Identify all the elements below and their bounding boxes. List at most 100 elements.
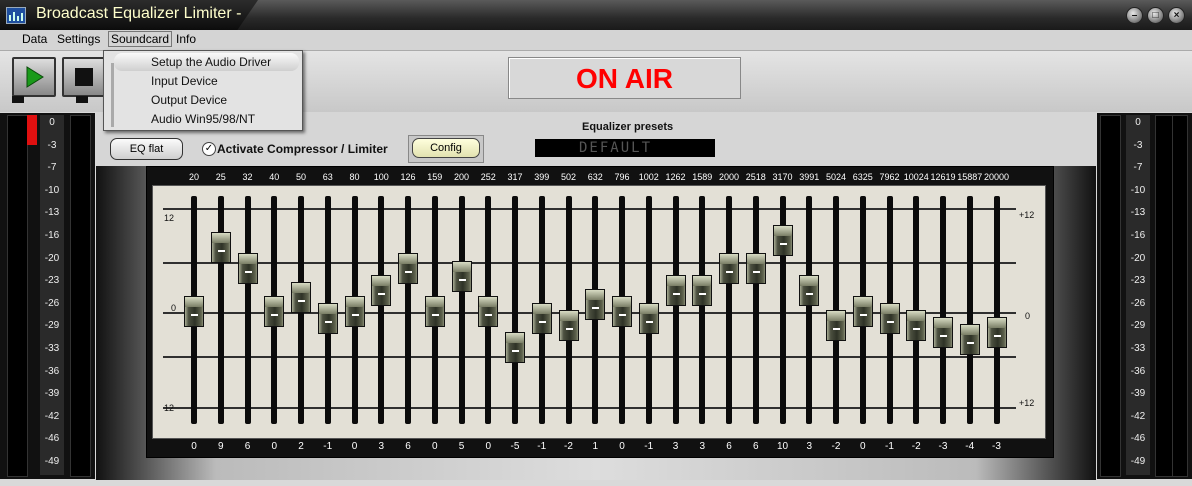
slider-track[interactable] (672, 196, 679, 424)
gain-label: -1 (644, 441, 654, 452)
frequency-label: 2518 (745, 172, 766, 182)
meter-tick: 0 (49, 117, 55, 128)
band-slider-knob[interactable] (772, 225, 793, 256)
minimize-button[interactable]: – (1126, 7, 1143, 24)
frequency-label: 126 (400, 172, 416, 182)
frequency-label: 632 (587, 172, 603, 182)
band-slider-knob[interactable] (451, 260, 472, 292)
gain-label: 5 (458, 441, 465, 452)
band-slider-knob[interactable] (959, 324, 980, 356)
scale-mid-right: 0 (1025, 311, 1031, 321)
maximize-button[interactable]: □ (1147, 7, 1164, 24)
band-slider-knob[interactable] (531, 303, 552, 335)
stop-icon (75, 68, 93, 86)
play-button[interactable] (12, 57, 56, 97)
menu-bar: Data Settings Soundcard Info (0, 30, 1192, 51)
band-slider-knob[interactable] (638, 303, 659, 335)
frequency-label: 100 (373, 172, 389, 182)
band-slider-knob[interactable] (371, 274, 392, 306)
band-slider-knob[interactable] (291, 281, 311, 313)
slider-track[interactable] (940, 196, 946, 424)
frequency-label: 317 (507, 172, 523, 182)
slider-track[interactable] (458, 196, 465, 424)
maximize-icon: □ (1152, 10, 1159, 21)
band-slider-knob[interactable] (264, 296, 285, 327)
meter-tick: -16 (44, 230, 60, 241)
menu-soundcard[interactable]: Soundcard (108, 31, 173, 47)
band-slider-knob[interactable] (986, 317, 1007, 349)
slider-track[interactable] (966, 196, 973, 424)
meter-tick: -26 (44, 297, 60, 309)
band-slider-knob[interactable] (692, 274, 713, 306)
slider-track[interactable] (512, 196, 518, 424)
preset-display[interactable]: DEFAULT (535, 139, 715, 157)
slider-track[interactable] (699, 196, 706, 424)
band-slider-knob[interactable] (184, 296, 204, 327)
menu-info[interactable]: Info (176, 32, 196, 46)
band-slider-knob[interactable] (665, 274, 686, 306)
slider-track[interactable] (405, 196, 411, 424)
frequency-label: 5024 (825, 172, 847, 182)
menu-item-input-device[interactable]: Input Device (114, 72, 299, 90)
band-slider-knob[interactable] (719, 253, 739, 285)
close-button[interactable]: × (1168, 7, 1185, 24)
gain-label: 0 (191, 441, 197, 452)
slider-track[interactable] (993, 196, 1000, 424)
frequency-label: 252 (480, 172, 496, 182)
band-slider-knob[interactable] (745, 253, 766, 285)
band-slider-knob[interactable] (478, 296, 499, 327)
frequency-label: 10024 (903, 172, 929, 182)
slider-track[interactable] (244, 196, 251, 424)
menu-item-setup-audio-driver[interactable]: Setup the Audio Driver (114, 53, 299, 71)
band-slider-knob[interactable] (558, 310, 579, 342)
eq-flat-button[interactable]: EQ flat (110, 138, 183, 160)
band-slider-knob[interactable] (585, 288, 606, 320)
frequency-label: 1002 (638, 172, 659, 182)
menu-data[interactable]: Data (22, 32, 47, 46)
gain-label: 0 (351, 441, 358, 452)
band-slider-knob[interactable] (879, 303, 900, 335)
band-slider-knob[interactable] (826, 310, 846, 342)
slider-track[interactable] (726, 196, 732, 424)
menu-item-audio-win[interactable]: Audio Win95/98/NT (114, 110, 299, 128)
band-slider-knob[interactable] (852, 296, 873, 327)
slider-track[interactable] (806, 196, 813, 424)
meter-tick: -23 (1130, 275, 1146, 287)
meter-bar (1100, 115, 1121, 477)
menu-item-output-device[interactable]: Output Device (114, 91, 299, 109)
compressor-checkbox[interactable]: ✓ (202, 142, 216, 156)
band-slider-knob[interactable] (933, 317, 953, 349)
band-slider-knob[interactable] (424, 296, 445, 327)
close-icon: × (1173, 10, 1180, 21)
slider-track[interactable] (752, 196, 759, 424)
gain-label: 6 (726, 441, 732, 452)
gain-label: -4 (965, 441, 975, 452)
gain-label: 3 (699, 441, 706, 452)
slider-track[interactable] (378, 196, 385, 424)
menu-settings[interactable]: Settings (57, 32, 100, 46)
band-slider-knob[interactable] (344, 296, 365, 327)
left-level-meter: 0 -3 -7 -10 -13 -16 -20 -23 -26 -29 -33 -36 -39 -42 -4… (0, 113, 95, 479)
stop-button[interactable] (62, 57, 106, 97)
scale-bottom-left: 12 (164, 403, 175, 413)
config-button[interactable]: Config (412, 138, 480, 158)
meter-tick: -26 (1130, 297, 1146, 309)
frequency-label: 12619 (930, 172, 956, 182)
band-slider-knob[interactable] (906, 310, 927, 342)
slider-track[interactable] (217, 196, 224, 424)
band-slider-knob[interactable] (612, 296, 632, 327)
meter-scale-left: 0 -3 -7 -10 -13 -16 -20 -23 -26 -29 -33 -36 -39 -42 -4… (40, 115, 64, 475)
band-slider-knob[interactable] (210, 232, 231, 264)
band-slider-knob[interactable] (799, 274, 820, 306)
band-slider-knob[interactable] (505, 331, 525, 363)
band-slider-knob[interactable] (317, 303, 338, 335)
right-level-meter: 0 -3 -7 -10 -13 -16 -20 -23 -26 -29 -33 -36 -39 -42 -4… (1097, 113, 1192, 479)
scale-top-right: +12 (1019, 210, 1035, 220)
frequency-label: 796 (614, 172, 630, 182)
play-icon (26, 66, 44, 88)
scale-bottom-right: +12 (1019, 398, 1035, 408)
meter-tick: -49 (1130, 456, 1146, 467)
meter-tick: -7 (47, 162, 57, 174)
band-slider-knob[interactable] (237, 253, 258, 285)
band-slider-knob[interactable] (398, 253, 418, 285)
